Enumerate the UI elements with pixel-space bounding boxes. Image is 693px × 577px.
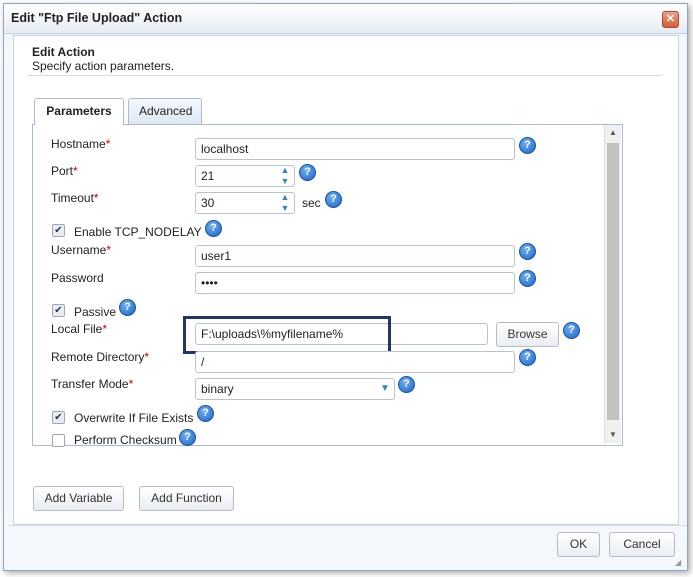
- spin-up-icon[interactable]: ▲: [277, 192, 293, 203]
- timeout-help-icon[interactable]: ?: [325, 191, 342, 208]
- spin-down-icon[interactable]: ▼: [277, 176, 293, 187]
- hostname-help-icon[interactable]: ?: [519, 137, 536, 154]
- overwrite-help-icon[interactable]: ?: [197, 405, 214, 422]
- transfer-mode-select[interactable]: binary: [195, 378, 395, 400]
- transfer-mode-label: Transfer Mode*: [51, 377, 134, 391]
- port-label: Port*: [51, 164, 78, 178]
- enable-tcp-nodelay-checkbox[interactable]: ✔: [52, 224, 65, 237]
- cancel-button[interactable]: Cancel: [609, 532, 675, 557]
- section-title: Edit Action: [32, 45, 95, 59]
- local-file-help-icon[interactable]: ?: [563, 322, 580, 339]
- overwrite-label: Overwrite If File Exists: [74, 411, 194, 425]
- add-variable-button[interactable]: Add Variable: [33, 486, 124, 511]
- chevron-down-icon[interactable]: ▼: [377, 379, 393, 399]
- port-spinner[interactable]: ▲ ▼: [277, 165, 293, 187]
- port-help-icon[interactable]: ?: [299, 164, 316, 181]
- section-subtitle: Specify action parameters.: [32, 59, 175, 73]
- username-label: Username*: [51, 243, 112, 257]
- dialog-titlebar[interactable]: Edit "Ftp File Upload" Action ✕: [4, 4, 687, 34]
- spin-down-icon[interactable]: ▼: [277, 203, 293, 214]
- perform-checksum-label: Perform Checksum: [74, 433, 177, 447]
- transfer-mode-help-icon[interactable]: ?: [398, 376, 415, 393]
- timeout-label: Timeout*: [51, 191, 99, 205]
- tcp-nodelay-help-icon[interactable]: ?: [205, 220, 222, 237]
- remote-directory-input[interactable]: /: [195, 351, 515, 373]
- spin-up-icon[interactable]: ▲: [277, 165, 293, 176]
- tab-parameters[interactable]: Parameters: [34, 98, 124, 125]
- timeout-unit: sec: [302, 196, 321, 210]
- resize-grip-icon[interactable]: ◢: [675, 558, 683, 567]
- password-label: Password: [51, 271, 104, 285]
- local-file-highlight: [183, 316, 391, 354]
- remote-directory-label: Remote Directory*: [51, 350, 150, 364]
- overwrite-checkbox[interactable]: ✔: [52, 411, 65, 424]
- tab-advanced[interactable]: Advanced: [128, 98, 202, 124]
- password-help-icon[interactable]: ?: [519, 270, 536, 287]
- passive-label: Passive: [74, 305, 117, 319]
- header-divider: [28, 75, 662, 76]
- scroll-up-icon[interactable]: ▲: [605, 128, 621, 137]
- perform-checksum-checkbox[interactable]: [52, 434, 65, 447]
- timeout-spinner[interactable]: ▲ ▼: [277, 192, 293, 214]
- hostname-input[interactable]: localhost: [195, 138, 515, 160]
- close-icon[interactable]: ✕: [662, 11, 679, 28]
- checksum-help-icon[interactable]: ?: [179, 429, 196, 446]
- browse-button[interactable]: Browse: [496, 322, 559, 347]
- remote-directory-help-icon[interactable]: ?: [519, 349, 536, 366]
- dialog-title: Edit "Ftp File Upload" Action: [11, 11, 183, 25]
- panel-scrollbar[interactable]: ▲ ▼: [604, 125, 621, 443]
- username-input[interactable]: user1: [195, 245, 515, 267]
- scroll-down-icon[interactable]: ▼: [605, 430, 621, 439]
- passive-checkbox[interactable]: ✔: [52, 304, 65, 317]
- local-file-label: Local File*: [51, 322, 108, 336]
- enable-tcp-nodelay-label: Enable TCP_NODELAY: [74, 225, 202, 239]
- ok-button[interactable]: OK: [557, 532, 600, 557]
- passive-help-icon[interactable]: ?: [119, 299, 136, 316]
- username-help-icon[interactable]: ?: [519, 243, 536, 260]
- scroll-thumb[interactable]: [607, 143, 619, 420]
- hostname-label: Hostname*: [51, 137, 111, 151]
- password-input[interactable]: ••••: [195, 272, 515, 294]
- add-function-button[interactable]: Add Function: [139, 486, 234, 511]
